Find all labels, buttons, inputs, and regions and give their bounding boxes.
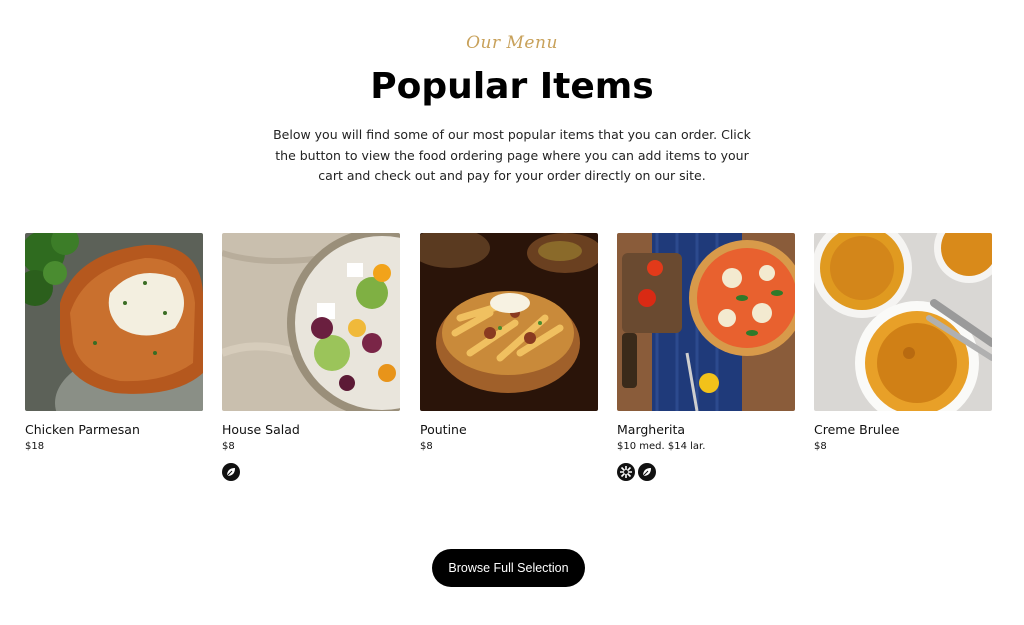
margherita-photo[interactable] <box>617 233 795 411</box>
dietary-badges <box>617 463 795 481</box>
grain-free-icon <box>617 463 635 481</box>
menu-item-price: $8 <box>222 441 235 452</box>
leaf-icon <box>638 463 656 481</box>
dietary-badges <box>222 463 400 481</box>
browse-full-selection-button[interactable]: Browse Full Selection <box>432 549 585 587</box>
menu-item-margherita[interactable]: Margherita $10 med. $14 lar. <box>617 233 795 481</box>
house-salad-photo[interactable] <box>222 233 400 411</box>
section-title: Popular Items <box>370 66 654 107</box>
menu-item-name: Margherita <box>617 422 686 437</box>
creme-brulee-photo[interactable] <box>814 233 992 411</box>
chicken-parmesan-photo[interactable] <box>25 233 203 411</box>
popular-items-section: Our Menu Popular Items Below you will fi… <box>0 0 1024 625</box>
menu-item-price: $18 <box>25 441 45 452</box>
section-eyebrow: Our Menu <box>466 33 558 53</box>
menu-item-price: $8 <box>420 441 433 452</box>
section-description: Below you will find some of our most pop… <box>273 127 751 183</box>
menu-item-name: Chicken Parmesan <box>25 422 140 437</box>
menu-item-house-salad[interactable]: House Salad $8 <box>222 233 400 481</box>
menu-item-price: $8 <box>814 441 827 452</box>
menu-item-name: House Salad <box>222 422 300 437</box>
menu-item-grid: Chicken Parmesan $18 House Salad $8 Pout… <box>25 233 995 493</box>
poutine-photo[interactable] <box>420 233 598 411</box>
menu-item-poutine[interactable]: Poutine $8 <box>420 233 598 455</box>
menu-item-name: Poutine <box>420 422 467 437</box>
leaf-icon <box>222 463 240 481</box>
menu-item-creme-brulee[interactable]: Creme Brulee $8 <box>814 233 992 455</box>
menu-item-name: Creme Brulee <box>814 422 900 437</box>
menu-item-chicken-parmesan[interactable]: Chicken Parmesan $18 <box>25 233 203 455</box>
menu-item-price: $10 med. $14 lar. <box>617 441 706 452</box>
